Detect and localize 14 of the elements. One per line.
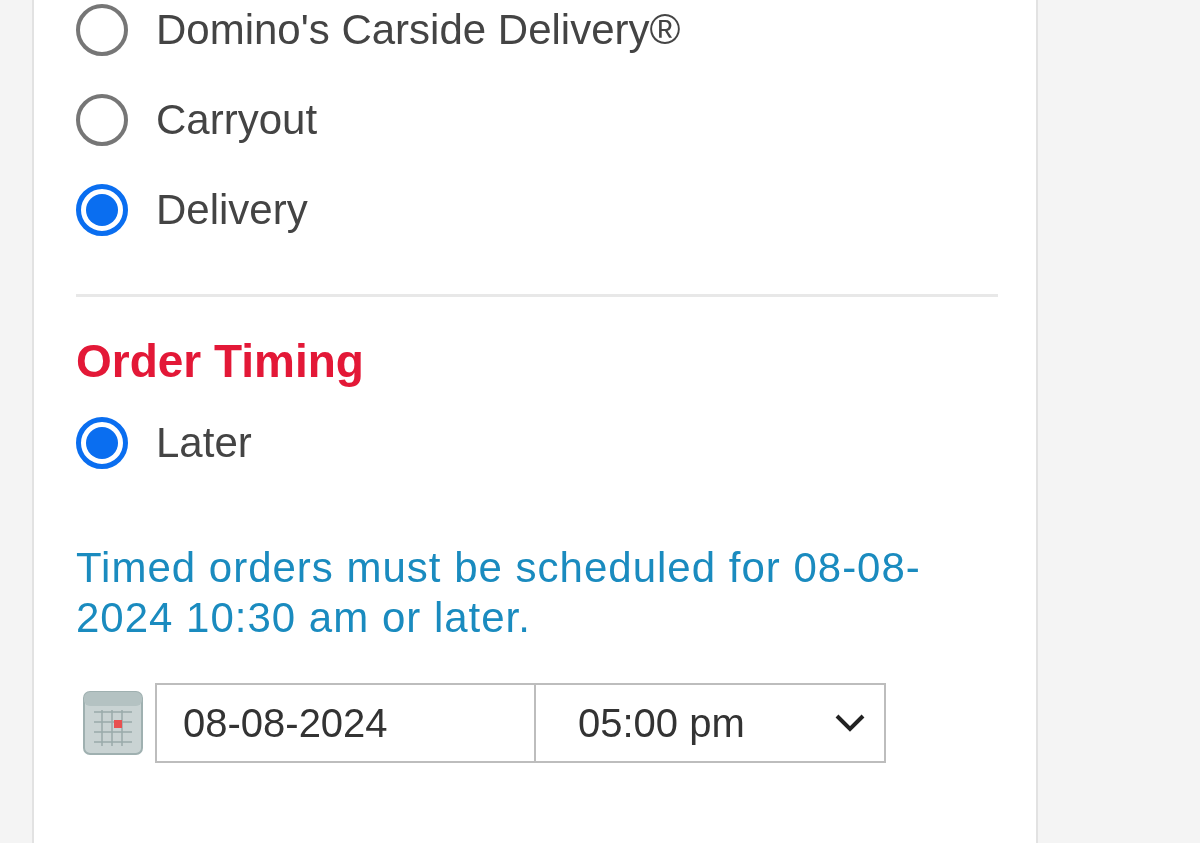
- chevron-down-icon: [834, 713, 866, 733]
- radio-button[interactable]: [76, 94, 128, 146]
- option-label[interactable]: Delivery: [156, 184, 308, 236]
- option-label[interactable]: Carryout: [156, 94, 318, 146]
- calendar-icon[interactable]: [82, 690, 144, 756]
- radio-button[interactable]: [76, 184, 128, 236]
- option-label[interactable]: Domino's Carside Delivery®: [156, 4, 681, 56]
- timing-note: Timed orders must be scheduled for 08-08-2024 10:30 am or later.: [76, 543, 922, 643]
- radio-button[interactable]: [76, 417, 128, 469]
- time-select[interactable]: 05:00 pm: [536, 683, 886, 763]
- section-heading: Order Timing: [76, 334, 365, 389]
- date-field[interactable]: 08-08-2024: [155, 683, 536, 763]
- radio-button[interactable]: [76, 4, 128, 56]
- option-label[interactable]: Later: [156, 417, 252, 469]
